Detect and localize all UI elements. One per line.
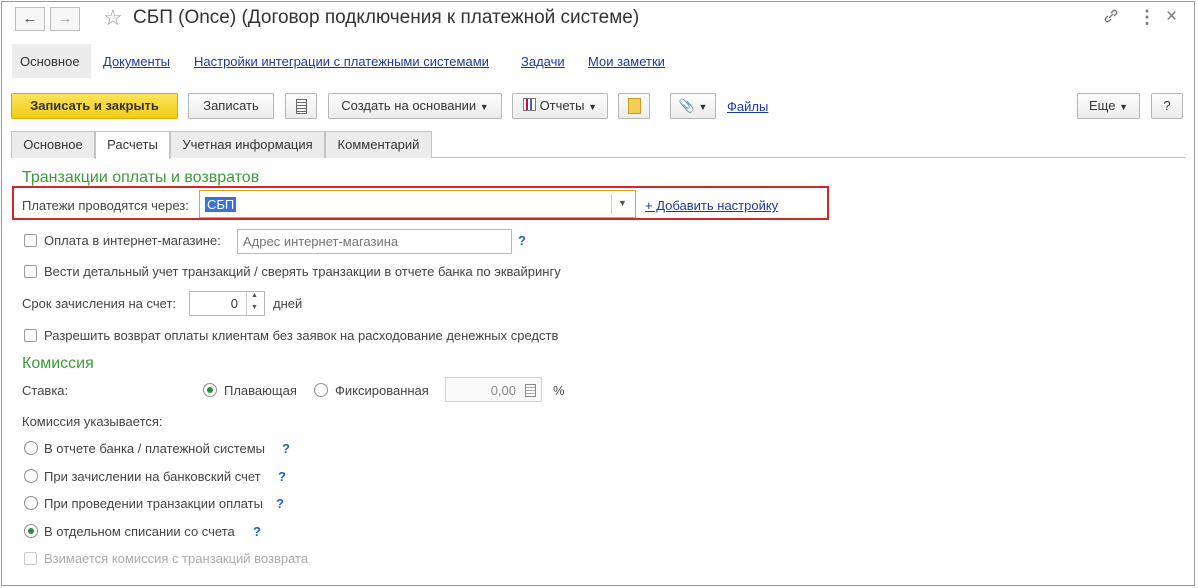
commission-option-separate-help[interactable]: ? (253, 524, 261, 539)
commission-option-separate: В отдельном списании со счета (44, 524, 235, 539)
fixed-rate-input[interactable]: 0,00 (445, 377, 542, 402)
add-setting-link[interactable]: + Добавить настройку (645, 198, 778, 213)
tab-accounting-info[interactable]: Учетная информация (170, 131, 325, 158)
term-value: 0 (230, 296, 238, 311)
rate-fixed-radio[interactable] (314, 383, 328, 397)
chevron-down-icon: ▼ (698, 102, 708, 112)
chevron-down-icon: ▼ (1119, 102, 1128, 112)
commission-indicated-label: Комиссия указывается: (22, 414, 163, 429)
percent-sign: % (553, 383, 565, 398)
commission-option-separate-radio[interactable] (24, 524, 38, 538)
note-button[interactable] (618, 93, 650, 119)
page-title: СБП (Once) (Договор подключения к платеж… (133, 7, 640, 28)
attach-button[interactable]: 📎 ▼ (670, 93, 716, 119)
payments-via-select[interactable]: СБП ▼ (199, 190, 636, 218)
nav-item-documents[interactable]: Документы (103, 54, 170, 69)
refund-label: Разрешить возврат оплаты клиентам без за… (44, 328, 559, 343)
save-and-close-button[interactable]: Записать и закрыть (11, 93, 178, 119)
rate-floating-radio[interactable] (203, 383, 217, 397)
online-store-help[interactable]: ? (518, 233, 526, 248)
calculator-icon[interactable] (525, 384, 536, 397)
tab-main[interactable]: Основное (11, 131, 95, 158)
commission-option-bank-report: В отчете банка / платежной системы (44, 441, 266, 456)
stepper-down-icon[interactable]: ▼ (251, 304, 258, 311)
chevron-down-icon[interactable]: ▼ (618, 198, 627, 208)
online-store-input[interactable] (237, 229, 512, 254)
term-label: Срок зачисления на счет: (22, 296, 177, 311)
commission-option-transaction: При проведении транзакции оплаты (44, 496, 263, 511)
chevron-down-icon: ▼ (588, 102, 598, 112)
list-icon (295, 99, 307, 114)
nav-item-notes[interactable]: Мои заметки (588, 54, 665, 69)
term-stepper[interactable]: 0 ▲ ▼ (189, 291, 265, 316)
reports-button[interactable]: Отчеты ▼ (512, 93, 608, 119)
commission-option-bank-account-radio[interactable] (24, 469, 38, 483)
online-store-checkbox[interactable] (24, 234, 37, 247)
rate-fixed-label: Фиксированная (335, 383, 429, 398)
help-button[interactable]: ? (1151, 93, 1183, 119)
more-icon[interactable]: ⋮ (1138, 7, 1156, 28)
stepper-up-icon[interactable]: ▲ (251, 292, 258, 299)
paperclip-icon: 📎 (678, 98, 695, 113)
commission-option-bank-report-help[interactable]: ? (282, 441, 290, 456)
detailed-accounting-label: Вести детальный учет транзакций / сверят… (44, 264, 561, 279)
document-list-button[interactable] (285, 93, 317, 119)
star-icon[interactable]: ☆ (103, 5, 123, 31)
chevron-down-icon: ▼ (479, 102, 489, 112)
rate-floating-label: Плавающая (224, 383, 297, 398)
close-icon[interactable]: × (1166, 6, 1177, 28)
create-based-on-button[interactable]: Создать на основании ▼ (328, 93, 502, 119)
report-icon (522, 98, 536, 111)
rate-label: Ставка: (22, 383, 69, 398)
payments-via-value: СБП (205, 197, 237, 212)
files-link[interactable]: Файлы (727, 99, 768, 114)
tab-settlements[interactable]: Расчеты (95, 131, 170, 159)
forward-arrow-icon: → (57, 10, 73, 27)
note-icon (627, 98, 641, 114)
commission-option-transaction-radio[interactable] (24, 496, 38, 510)
commission-option-bank-account: При зачислении на банковский счет (44, 469, 261, 484)
commission-option-transaction-help[interactable]: ? (276, 496, 284, 511)
nav-item-integration-settings[interactable]: Настройки интеграции с платежными систем… (194, 54, 489, 69)
fixed-rate-value: 0,00 (490, 383, 516, 398)
save-button[interactable]: Записать (188, 93, 274, 119)
link-icon[interactable] (1103, 8, 1119, 24)
commission-heading: Комиссия (22, 355, 94, 372)
more-button[interactable]: Еще ▼ (1077, 93, 1140, 119)
online-store-label: Оплата в интернет-магазине: (44, 233, 221, 248)
payments-via-label: Платежи проводятся через: (22, 198, 189, 213)
back-button[interactable]: ← (15, 7, 45, 31)
refund-checkbox[interactable] (24, 329, 37, 342)
refund-commission-label: Взимается комиссия с транзакций возврата (44, 551, 309, 566)
refund-commission-checkbox (24, 552, 37, 565)
back-arrow-icon: ← (22, 10, 38, 27)
nav-item-tasks[interactable]: Задачи (521, 54, 565, 69)
commission-option-bank-report-radio[interactable] (24, 441, 38, 455)
tab-comment[interactable]: Комментарий (325, 131, 432, 158)
transactions-heading: Транзакции оплаты и возвратов (22, 169, 260, 186)
commission-option-bank-account-help[interactable]: ? (278, 469, 286, 484)
detailed-accounting-checkbox[interactable] (24, 265, 37, 278)
forward-button[interactable]: → (50, 7, 80, 31)
term-unit: дней (273, 296, 303, 311)
nav-item-main[interactable]: Основное (20, 54, 80, 69)
